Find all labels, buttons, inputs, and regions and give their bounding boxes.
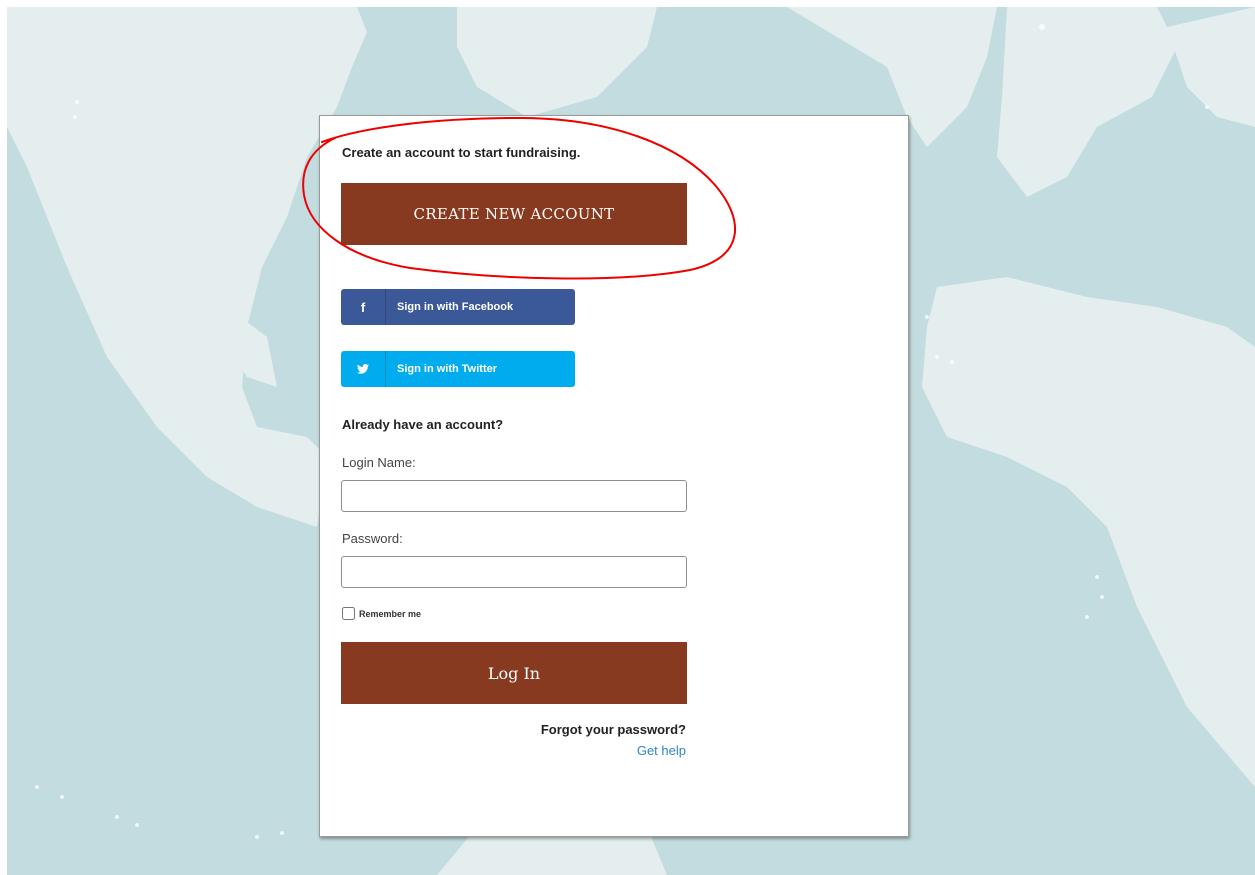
- login-button[interactable]: Log In: [341, 642, 687, 704]
- intro-text: Create an account to start fundraising.: [342, 145, 581, 160]
- remember-me-checkbox[interactable]: [342, 607, 355, 620]
- facebook-signin-label: Sign in with Facebook: [397, 301, 514, 313]
- twitter-icon: [341, 351, 386, 387]
- password-label: Password:: [342, 531, 403, 546]
- password-input[interactable]: [341, 556, 687, 588]
- login-card: Create an account to start fundraising. …: [319, 115, 909, 837]
- twitter-signin-button[interactable]: Sign in with Twitter: [341, 351, 575, 387]
- forgot-password-text: Forgot your password?: [540, 722, 686, 737]
- facebook-signin-button[interactable]: f Sign in with Facebook: [341, 289, 575, 325]
- create-account-button[interactable]: CREATE NEW ACCOUNT: [341, 183, 687, 245]
- existing-account-heading: Already have an account?: [342, 417, 504, 432]
- twitter-bird-glyph: [357, 364, 369, 374]
- login-name-input[interactable]: [341, 480, 687, 512]
- get-help-link[interactable]: Get help: [637, 743, 686, 758]
- twitter-signin-label: Sign in with Twitter: [397, 363, 498, 375]
- facebook-icon: f: [341, 289, 386, 325]
- login-name-label: Login Name:: [342, 455, 416, 470]
- remember-me-row: Remember me: [342, 607, 421, 620]
- remember-me-label: Remember me: [359, 608, 422, 619]
